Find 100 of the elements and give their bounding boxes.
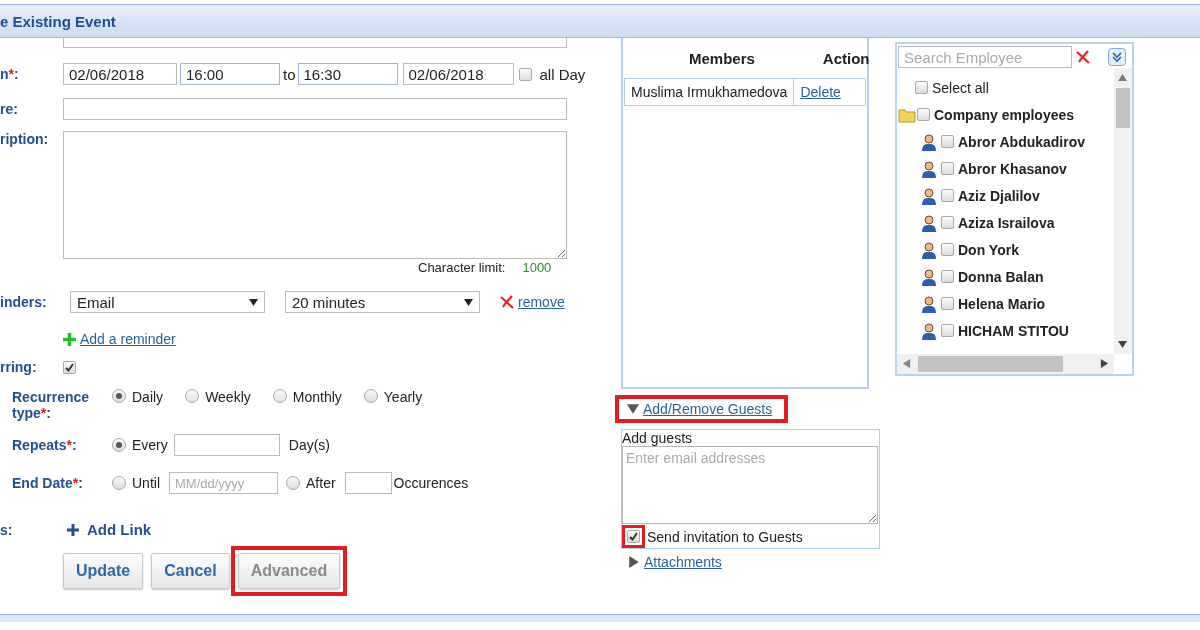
search-field[interactable]: Search Employee xyxy=(898,46,1072,68)
field-label: s: xyxy=(0,521,14,538)
scrollbar-thumb[interactable] xyxy=(1116,88,1130,128)
scroll-right-icon xyxy=(1100,359,1109,368)
folder-icon xyxy=(898,106,916,123)
add-reminder-link[interactable]: Add a reminder xyxy=(80,331,176,347)
occurrences-field[interactable] xyxy=(344,472,392,494)
checkbox[interactable] xyxy=(941,270,954,283)
option-label: Daily xyxy=(132,389,164,405)
location-field[interactable] xyxy=(63,98,567,120)
unit-label: Day(s) xyxy=(288,437,331,453)
delete-link[interactable]: Delete xyxy=(800,84,841,100)
scrollbar-thumb[interactable] xyxy=(918,356,1063,372)
option-label: After xyxy=(306,475,336,491)
scroll-left-icon xyxy=(902,359,911,368)
form-button[interactable]: Cancel xyxy=(151,553,230,589)
column-header: Action xyxy=(822,49,870,67)
attachments-link[interactable]: Attachments xyxy=(644,554,722,570)
select-all-label: Select all xyxy=(932,79,989,96)
remove-link[interactable]: remove xyxy=(518,294,565,310)
radio-button[interactable] xyxy=(363,389,378,403)
person-icon xyxy=(921,267,937,286)
table-cell: Muslima Irmukhamedova xyxy=(624,78,795,106)
repeat-interval-field[interactable] xyxy=(173,434,280,456)
time-field[interactable]: 16:30 xyxy=(297,63,398,85)
checkbox[interactable] xyxy=(941,297,954,310)
date-field[interactable]: 02/06/2018 xyxy=(63,63,177,85)
caret-icon xyxy=(464,297,473,307)
person-icon xyxy=(921,159,937,178)
tree-group-label[interactable]: Company employees xyxy=(934,106,1075,123)
checkbox[interactable] xyxy=(941,324,954,337)
caret-icon xyxy=(249,297,258,307)
checkbox[interactable] xyxy=(941,189,954,202)
option-label: Every xyxy=(132,437,168,453)
close-icon[interactable] xyxy=(500,295,514,309)
add-remove-guests-link[interactable]: Add/Remove Guests xyxy=(643,401,773,417)
form-button[interactable]: Update xyxy=(63,553,144,589)
radio-button[interactable] xyxy=(112,438,126,452)
person-icon xyxy=(921,132,937,151)
close-icon[interactable] xyxy=(1076,50,1090,64)
radio-button[interactable] xyxy=(112,476,126,490)
option-label: Yearly xyxy=(383,389,423,405)
field-label: ription: xyxy=(0,131,50,147)
checkbox[interactable] xyxy=(941,162,954,175)
employee-name[interactable]: Abror Khasanov xyxy=(958,160,1067,177)
reminder-time-select[interactable]: 20 minutes xyxy=(285,291,480,313)
employee-name[interactable]: Abror Abdukadirov xyxy=(958,133,1086,150)
plus-icon xyxy=(67,523,79,536)
employee-name[interactable]: Helena Mario xyxy=(958,295,1046,312)
option-label: Monthly xyxy=(292,389,342,405)
field-label: rring: xyxy=(0,359,38,375)
collapse-icon[interactable] xyxy=(1108,48,1126,66)
checkbox[interactable] xyxy=(63,360,76,374)
field-label: End Date*: xyxy=(12,475,84,491)
reminder-method-select[interactable]: Email xyxy=(70,291,265,313)
plus-icon xyxy=(63,332,76,346)
checkbox[interactable] xyxy=(941,243,954,256)
field-label: Recurrence type*: xyxy=(12,389,91,421)
radio-button[interactable] xyxy=(272,389,287,403)
column-header: Members xyxy=(689,49,755,67)
checkbox[interactable] xyxy=(917,108,930,121)
checkbox[interactable] xyxy=(941,216,954,229)
scroll-up-icon xyxy=(1118,73,1127,82)
person-icon xyxy=(921,294,937,313)
description-field[interactable] xyxy=(63,131,567,259)
radio-button[interactable] xyxy=(286,476,300,490)
input-field[interactable] xyxy=(63,38,567,48)
person-icon xyxy=(921,240,937,259)
person-icon xyxy=(921,213,937,232)
add-link-link[interactable]: Add Link xyxy=(87,521,152,538)
send-invitation-label: Send invitation to Guests xyxy=(647,528,803,545)
radio-button[interactable] xyxy=(112,389,126,403)
horizontal-scrollbar[interactable] xyxy=(897,354,1114,374)
employee-name[interactable]: Aziz Djalilov xyxy=(958,187,1040,204)
field-label: n*: xyxy=(0,66,20,82)
until-date-field[interactable]: MM/dd/yyyy xyxy=(169,472,278,494)
employee-name[interactable]: Don York xyxy=(958,241,1019,258)
checkbox[interactable] xyxy=(941,135,954,148)
checkbox[interactable] xyxy=(915,81,928,94)
person-icon xyxy=(921,321,937,340)
to-label: to xyxy=(283,65,296,83)
checkbox[interactable] xyxy=(518,67,532,81)
option-label: Weekly xyxy=(205,389,251,405)
employee-name[interactable]: Donna Balan xyxy=(958,268,1044,285)
field-label: Repeats*: xyxy=(12,437,78,453)
date-field[interactable]: 02/06/2018 xyxy=(402,63,514,85)
time-field[interactable]: 16:00 xyxy=(180,63,280,85)
option-label: Until xyxy=(132,475,160,491)
checkbox[interactable] xyxy=(627,530,640,543)
character-limit-label: Character limit: xyxy=(418,260,506,275)
radio-button[interactable] xyxy=(185,389,200,403)
email-field[interactable]: Enter email addresses xyxy=(622,446,878,524)
unit-label: Occurences xyxy=(393,475,469,491)
employee-name[interactable]: HICHAM STITOU xyxy=(958,322,1069,339)
employee-name[interactable]: Aziza Israilova xyxy=(958,214,1055,231)
all-day-label: all Day xyxy=(539,65,586,83)
character-limit-value: 1000 xyxy=(522,260,552,275)
window-title: e Existing Event xyxy=(0,12,116,30)
field-label: inders: xyxy=(0,294,48,310)
vertical-scrollbar[interactable] xyxy=(1114,68,1132,354)
